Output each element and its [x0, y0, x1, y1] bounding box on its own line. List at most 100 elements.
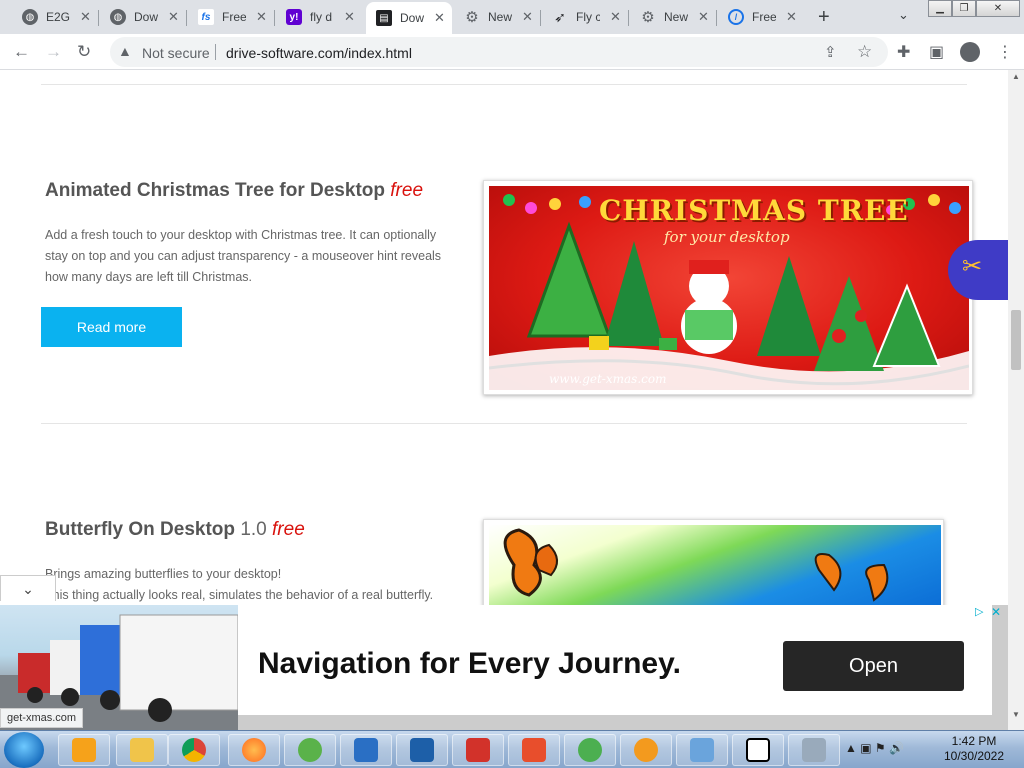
media-player-taskbar-icon[interactable]	[58, 734, 110, 766]
timer-taskbar-icon[interactable]	[564, 734, 616, 766]
collapse-ad-button[interactable]: ⌄	[0, 575, 56, 601]
banner-title: CHRISTMAS TREE	[599, 194, 909, 227]
shield2-taskbar-icon[interactable]	[396, 734, 448, 766]
floating-widget[interactable]: ✂	[948, 240, 1008, 300]
warning-triangle-icon[interactable]: ▲	[118, 43, 134, 59]
description-line: This thing actually looks real, simulate…	[45, 588, 434, 602]
scroll-thumb[interactable]	[1011, 310, 1021, 370]
close-tab-icon[interactable]: ✕	[522, 9, 533, 25]
close-tab-icon[interactable]: ✕	[610, 9, 621, 25]
close-tab-icon[interactable]: ✕	[786, 9, 797, 25]
close-tab-icon[interactable]: ✕	[344, 9, 355, 25]
security-label[interactable]: Not secure	[142, 45, 210, 61]
yahoo-icon: y!	[286, 9, 302, 25]
tab-3[interactable]: fs Free ✕	[188, 4, 273, 30]
tab-9[interactable]: / Free ✕	[718, 4, 803, 30]
7zip-taskbar-icon[interactable]	[732, 734, 784, 766]
tab-title: Fly c	[576, 10, 600, 24]
forward-arrow-icon[interactable]: →	[45, 42, 62, 62]
free-label: free	[390, 180, 424, 201]
clock-time: 1:42 PM	[951, 734, 997, 748]
tab-title: Free	[752, 10, 776, 24]
item-title-text[interactable]: Animated Christmas Tree for Desktop	[45, 180, 385, 201]
new-tab-button[interactable]: +	[818, 6, 830, 29]
clapper-icon: ▤	[376, 10, 392, 26]
divider	[41, 84, 967, 85]
close-tab-icon[interactable]: ✕	[256, 9, 267, 25]
more-menu-icon[interactable]: ⋮	[997, 42, 1013, 62]
item-description: Add a fresh touch to your desktop with C…	[45, 228, 442, 284]
system-tray[interactable]: ▲ ▣ ⚑ 🔊	[845, 741, 904, 755]
description-line: Brings amazing butterflies to your deskt…	[45, 567, 282, 581]
close-tab-icon[interactable]: ✕	[698, 9, 709, 25]
url-text[interactable]: drive-software.com/index.html	[226, 45, 412, 61]
extensions-puzzle-icon[interactable]: ✚	[897, 42, 910, 62]
start-button[interactable]	[4, 732, 44, 768]
gear-icon: ⚙	[641, 9, 655, 26]
tab-1[interactable]: ◍ E2Gu ✕	[12, 4, 97, 30]
firefox-taskbar-icon[interactable]	[228, 734, 280, 766]
tab-title: Free	[222, 10, 246, 24]
globe-icon: ◍	[22, 9, 38, 25]
close-tab-icon[interactable]: ✕	[434, 10, 445, 26]
address-bar[interactable]: ▲ Not secure drive-software.com/index.ht…	[110, 37, 888, 67]
item-title-text[interactable]: Butterfly On Desktop	[45, 519, 235, 540]
scroll-up-arrow-icon[interactable]: ▲	[1012, 72, 1020, 81]
computer-taskbar-icon[interactable]	[788, 734, 840, 766]
ad-headline[interactable]: Navigation for Every Journey.	[258, 647, 681, 681]
tab-strip: ◍ E2Gu ✕ ◍ Dow ✕ fs Free ✕ y! fly d ✕ ▤ …	[0, 0, 1024, 34]
tab-4[interactable]: y! fly d ✕	[276, 4, 361, 30]
item-title[interactable]: Butterfly On Desktop 1.0 free	[45, 519, 305, 541]
tab-7[interactable]: ➶ Fly c ✕	[542, 4, 627, 30]
tab-title: E2Gu	[46, 10, 70, 24]
close-tab-icon[interactable]: ✕	[168, 9, 179, 25]
tab-search-chevron-icon[interactable]: ⌄	[898, 7, 909, 23]
back-arrow-icon[interactable]: ←	[13, 42, 30, 62]
tool-taskbar-icon[interactable]	[452, 734, 504, 766]
chrome-taskbar-icon[interactable]	[168, 734, 220, 766]
clock-date: 10/30/2022	[943, 749, 1005, 763]
shield-taskbar-icon[interactable]	[340, 734, 392, 766]
banner-image	[489, 525, 941, 605]
clock[interactable]: 1:42 PM 10/30/2022	[938, 734, 1010, 764]
tab-8[interactable]: ⚙ New ✕	[630, 4, 715, 30]
ad-open-button[interactable]: Open	[783, 641, 964, 691]
share-icon[interactable]: ⇪	[824, 43, 837, 61]
minimize-button[interactable]: ▁	[928, 0, 952, 17]
christmas-tree-banner[interactable]: CHRISTMAS TREE for your desktop www.get-…	[483, 180, 973, 395]
divider	[41, 423, 967, 424]
file-explorer-taskbar-icon[interactable]	[116, 734, 168, 766]
adchoices-icon[interactable]: ▷	[975, 605, 983, 618]
tab-title: fly d	[310, 10, 333, 24]
bookmark-star-icon[interactable]: ☆	[857, 42, 872, 62]
tab-2[interactable]: ◍ Dow ✕	[100, 4, 185, 30]
profile-avatar-icon[interactable]	[960, 42, 980, 62]
version-label: 1.0	[240, 519, 267, 540]
close-tab-icon[interactable]: ✕	[80, 9, 91, 25]
tab-title: Dow	[134, 10, 158, 24]
tab-active[interactable]: ▤ Dow ✕	[366, 2, 452, 34]
taskbar: ▲ ▣ ⚑ 🔊 1:42 PM 10/30/2022	[0, 730, 1024, 768]
browser-taskbar-icon[interactable]	[620, 734, 672, 766]
close-ad-icon[interactable]: ✕	[991, 605, 1001, 619]
item-title[interactable]: Animated Christmas Tree for Desktop free	[45, 180, 423, 202]
browser-toolbar: ← → ↻ ▲ Not secure drive-software.com/in…	[0, 34, 1024, 70]
page-scrollbar[interactable]: ▲ ▼	[1008, 70, 1024, 730]
network-taskbar-icon[interactable]	[284, 734, 336, 766]
fs-icon: fs	[198, 9, 214, 25]
restore-button[interactable]: ❐	[952, 0, 976, 17]
butterfly-banner[interactable]	[483, 519, 944, 605]
side-panel-icon[interactable]: ▣	[929, 42, 944, 62]
scroll-down-arrow-icon[interactable]: ▼	[1012, 710, 1020, 719]
close-window-button[interactable]: ✕	[976, 0, 1020, 17]
reload-icon[interactable]: ↻	[77, 42, 91, 62]
blocked-icon: /	[728, 9, 744, 25]
read-more-button[interactable]: Read more	[41, 307, 182, 347]
banner-url: www.get-xmas.com	[549, 372, 667, 386]
ad-banner[interactable]: Navigation for Every Journey. Open ▷ ✕	[0, 605, 1008, 730]
status-bar-url: get-xmas.com	[0, 708, 84, 728]
search-taskbar-icon[interactable]	[676, 734, 728, 766]
tab-title: New	[664, 10, 688, 24]
office-taskbar-icon[interactable]	[508, 734, 560, 766]
tab-6[interactable]: ⚙ New ✕	[454, 4, 539, 30]
